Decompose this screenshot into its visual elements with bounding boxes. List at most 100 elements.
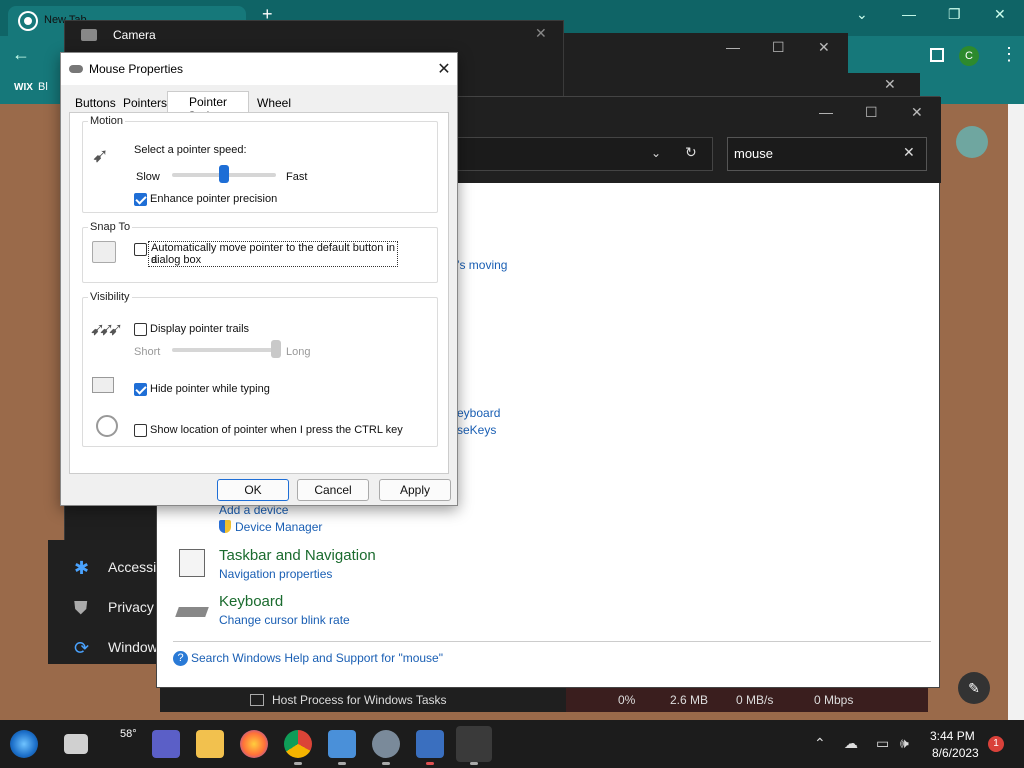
partial-link-mousekeys[interactable]: seKeys <box>457 423 496 437</box>
help-search-link[interactable]: Search Windows Help and Support for "mou… <box>191 651 443 665</box>
clock-date[interactable]: 8/6/2023 <box>932 746 979 760</box>
tray-overflow-icon[interactable]: ⌃ <box>814 735 826 752</box>
volume-icon[interactable]: 🕪 <box>900 735 909 752</box>
tab-pointers[interactable]: Pointers <box>123 93 167 113</box>
settings-sidebar: ✱ Accessi ⛊ Privacy ⟳ Window <box>48 540 164 664</box>
control-panel-running-dot <box>338 762 346 765</box>
camera-title: Camera <box>113 28 156 42</box>
help-icon: ? <box>173 651 188 666</box>
user-avatar-icon[interactable] <box>956 126 988 158</box>
partial-link-keyboard[interactable]: eyboard <box>457 406 500 420</box>
mp-close-icon[interactable]: ✕ <box>435 59 453 79</box>
pointer-speed-icon: ➹ <box>92 145 109 167</box>
back-arrow-icon[interactable]: ← <box>12 44 30 65</box>
camera-close-icon[interactable]: ✕ <box>535 25 547 42</box>
fast-label: Fast <box>286 171 308 183</box>
task-view-icon[interactable] <box>64 734 88 754</box>
bookmark-label[interactable]: Bl <box>38 81 48 93</box>
snap-to-focus-rect[interactable]: Automatically move pointer to the defaul… <box>148 241 398 267</box>
navigation-properties-link[interactable]: Navigation properties <box>219 567 332 581</box>
ctrl-location-checkbox[interactable] <box>134 424 147 437</box>
device-manager-link[interactable]: Device Manager <box>235 520 322 534</box>
profile-avatar[interactable]: C <box>959 46 979 66</box>
wix-bookmark-icon[interactable]: WIX <box>14 82 33 93</box>
chrome-menu-icon[interactable]: ⋮ <box>1000 44 1018 65</box>
ok-button[interactable]: OK <box>217 479 289 501</box>
task-manager-row[interactable]: Host Process for Windows Tasks 0% 2.6 MB… <box>160 688 928 712</box>
process-network: 0 Mbps <box>814 693 854 707</box>
pointer-trails-icon: ➹➹➹ <box>90 319 123 339</box>
pointer-trails-checkbox[interactable] <box>134 323 147 336</box>
settings-item-windows-update[interactable]: Window <box>108 639 158 655</box>
clear-search-icon[interactable]: ✕ <box>903 144 915 161</box>
side-panel-icon[interactable] <box>930 48 944 62</box>
mouse-properties-taskbar-icon[interactable] <box>456 726 492 762</box>
taskbar-navigation-icon <box>179 549 205 577</box>
file-explorer-icon[interactable] <box>196 730 224 758</box>
teams-icon[interactable] <box>152 730 180 758</box>
pointer-speed-slider-thumb[interactable] <box>219 165 229 183</box>
task-manager-icon[interactable] <box>416 730 444 758</box>
chrome-restore-icon[interactable]: ❐ <box>948 6 961 23</box>
chrome-favicon-icon <box>20 13 36 29</box>
mp-title: Mouse Properties <box>89 62 184 76</box>
motion-legend: Motion <box>88 115 126 127</box>
cp-restore-icon[interactable]: ☐ <box>865 104 878 121</box>
control-panel-icon[interactable] <box>328 730 356 758</box>
trail-length-slider-thumb[interactable] <box>271 340 281 358</box>
chrome-icon[interactable] <box>284 730 312 758</box>
process-disk: 0 MB/s <box>736 693 774 707</box>
mouse-icon <box>69 65 83 73</box>
process-cpu: 0% <box>618 693 636 707</box>
hide-pointer-label[interactable]: Hide pointer while typing <box>150 383 270 395</box>
apply-button[interactable]: Apply <box>379 479 451 501</box>
partial-link-moving[interactable]: ’s moving <box>457 258 507 272</box>
cursor-blink-rate-link[interactable]: Change cursor blink rate <box>219 613 350 627</box>
clock-time[interactable]: 3:44 PM <box>930 729 975 743</box>
bg2-close-icon[interactable]: ✕ <box>884 76 896 93</box>
start-button-icon[interactable] <box>10 730 38 758</box>
bg-restore-icon[interactable]: ☐ <box>772 39 785 56</box>
address-dropdown-icon[interactable]: ⌄ <box>651 146 661 160</box>
chrome-tabsearch-icon[interactable]: ⌄ <box>856 6 868 23</box>
chrome-minimize-icon[interactable]: — <box>902 6 916 22</box>
cp-close-icon[interactable]: ✕ <box>911 104 923 121</box>
keyboard-heading[interactable]: Keyboard <box>219 593 283 610</box>
enhance-precision-checkbox[interactable] <box>134 193 147 206</box>
taskbar-navigation-heading[interactable]: Taskbar and Navigation <box>219 547 376 564</box>
chrome-running-dot <box>294 762 302 765</box>
process-icon <box>250 694 264 706</box>
settings-gear-icon[interactable] <box>372 730 400 758</box>
pointer-options-panel: Motion ➹ Select a pointer speed: Slow Fa… <box>69 112 449 474</box>
tab-buttons[interactable]: Buttons <box>75 93 116 113</box>
slow-label: Slow <box>136 171 160 183</box>
tab-pointer-options[interactable]: Pointer Options <box>167 91 249 123</box>
refresh-icon[interactable]: ↻ <box>685 144 697 161</box>
chrome-close-icon[interactable]: ✕ <box>994 6 1006 23</box>
notification-badge[interactable]: 1 <box>988 736 1004 752</box>
edit-pencil-icon[interactable]: ✎ <box>958 672 990 704</box>
settings-item-privacy[interactable]: Privacy <box>108 599 154 615</box>
keyboard-icon <box>175 607 209 617</box>
network-icon[interactable]: ▭ <box>876 735 889 752</box>
weather-temp: 58° <box>120 728 137 740</box>
snap-to-checkbox[interactable] <box>134 243 147 256</box>
settings-item-accessibility[interactable]: Accessi <box>108 559 156 575</box>
onedrive-off-icon[interactable]: ☁ <box>844 735 858 752</box>
trail-length-slider-track[interactable] <box>172 348 276 352</box>
cp-minimize-icon[interactable]: — <box>819 104 833 120</box>
chrome-scrollbar[interactable] <box>1008 104 1024 720</box>
windows-taskbar: 58° ⌃ ☁ ▭ 🕪 3:44 PM 8/6/2023 1 <box>0 720 1024 768</box>
pointer-trails-label[interactable]: Display pointer trails <box>150 323 249 335</box>
cp-search-input[interactable]: mouse <box>727 137 927 171</box>
hide-pointer-checkbox[interactable] <box>134 383 147 396</box>
tab-wheel[interactable]: Wheel <box>257 93 291 113</box>
settings-running-dot <box>382 762 390 765</box>
bg-minimize-icon[interactable]: — <box>726 39 740 55</box>
firefox-icon[interactable] <box>240 730 268 758</box>
enhance-precision-label[interactable]: Enhance pointer precision <box>150 193 277 205</box>
bg-close-icon[interactable]: ✕ <box>818 39 830 56</box>
snap-to-label-line2: dialog box <box>151 254 202 266</box>
ctrl-location-label[interactable]: Show location of pointer when I press th… <box>150 424 403 436</box>
cancel-button[interactable]: Cancel <box>297 479 369 501</box>
